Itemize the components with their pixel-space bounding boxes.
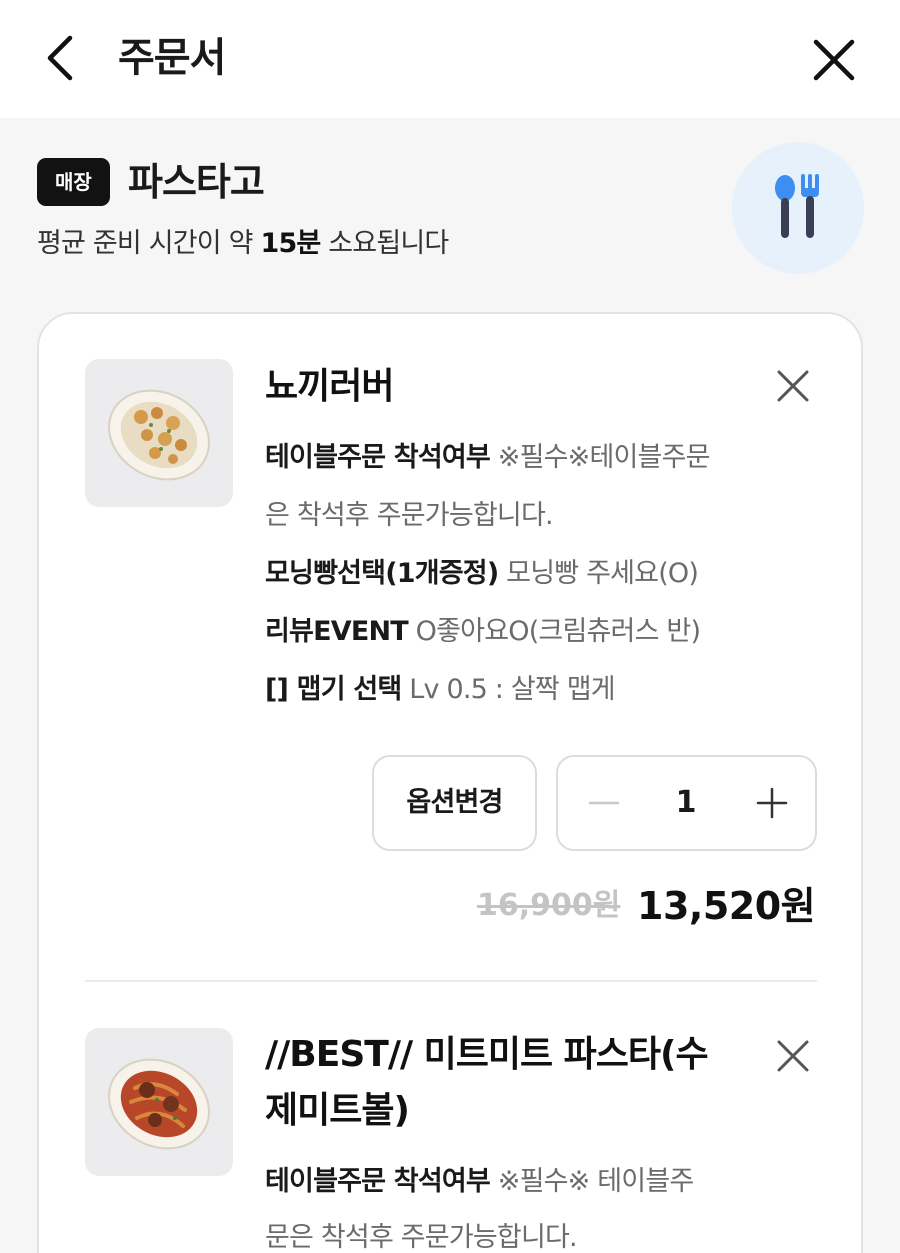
final-price: 13,520원	[637, 884, 816, 928]
option-line: [] 맵기 선택 Lv 0.5 : 살짝 맵게	[265, 668, 616, 712]
order-type-badge: 매장	[37, 158, 110, 206]
close-icon	[777, 370, 809, 402]
option-line: 모닝빵선택(1개증정) 모닝빵 주세요(O)	[265, 552, 699, 596]
original-price: 16,900원	[477, 888, 621, 923]
store-name: 파스타고	[128, 160, 265, 204]
quantity-stepper: 1	[556, 755, 817, 851]
close-icon	[777, 1040, 809, 1072]
chevron-left-icon	[47, 35, 73, 81]
prep-suffix: 소요됩니다	[320, 228, 449, 259]
decrease-quantity-button[interactable]	[580, 779, 628, 827]
minus-icon	[588, 801, 620, 805]
gnocchi-dish-image	[108, 389, 210, 481]
item-image	[85, 359, 233, 507]
option-value: ※필수※ 테이블주	[489, 1166, 694, 1197]
plus-icon	[756, 787, 788, 819]
option-line: 문은 착석후 주문가능합니다.	[265, 1216, 578, 1253]
top-bar: 주문서	[0, 0, 900, 118]
option-value: ※필수※테이블주문	[489, 442, 711, 473]
prep-time-value: 15분	[260, 228, 321, 259]
option-key: 테이블주문 착석여부	[265, 442, 491, 473]
option-line: 테이블주문 착석여부 ※필수※ 테이블주	[265, 1160, 694, 1204]
option-value: 모닝빵 주세요(O)	[498, 558, 699, 589]
cart-card: 뇨끼러버 테이블주문 착석여부 ※필수※테이블주문 은 착석후 주문가능합니다.…	[37, 312, 863, 1253]
item-image	[85, 1028, 233, 1176]
option-key: [] 맵기 선택	[265, 674, 402, 705]
option-value: Lv 0.5 : 살짝 맵게	[401, 674, 615, 705]
prep-prefix: 평균 준비 시간이 약	[37, 228, 261, 259]
option-value: O좋아요O(크림츄러스 반)	[407, 616, 701, 647]
page-title: 주문서	[118, 35, 226, 81]
store-info: 매장 파스타고 평균 준비 시간이 약 15분 소요됩니다	[0, 118, 900, 303]
store-icon-circle	[732, 142, 864, 274]
option-line: 테이블주문 착석여부 ※필수※테이블주문	[265, 436, 710, 480]
option-value: 은 착석후 주문가능합니다.	[265, 500, 554, 531]
back-button[interactable]	[40, 30, 84, 86]
meatball-pasta-image	[108, 1058, 210, 1150]
option-line: 은 착석후 주문가능합니다.	[265, 494, 554, 538]
close-icon	[813, 39, 855, 81]
change-option-button[interactable]: 옵션변경	[372, 755, 537, 851]
increase-quantity-button[interactable]	[748, 779, 796, 827]
option-key: 테이블주문 착석여부	[265, 1166, 491, 1197]
item-title-line: //BEST// 미트미트 파스타(수	[265, 1034, 709, 1075]
remove-item-button[interactable]	[773, 366, 813, 406]
utensils-icon	[775, 174, 819, 238]
option-line: 리뷰EVENT O좋아요O(크림츄러스 반)	[265, 610, 701, 654]
option-key: 모닝빵선택(1개증정)	[265, 558, 499, 589]
remove-item-button[interactable]	[773, 1036, 813, 1076]
item-title: 뇨끼러버	[265, 366, 394, 407]
option-key: 리뷰EVENT	[265, 616, 409, 647]
close-button[interactable]	[808, 34, 860, 86]
item-title-line: 제미트볼)	[265, 1090, 410, 1131]
prep-time-text: 평균 준비 시간이 약 15분 소요됩니다	[37, 222, 449, 266]
quantity-value: 1	[675, 785, 697, 820]
item-divider	[85, 980, 817, 982]
option-value: 문은 착석후 주문가능합니다.	[265, 1222, 578, 1253]
